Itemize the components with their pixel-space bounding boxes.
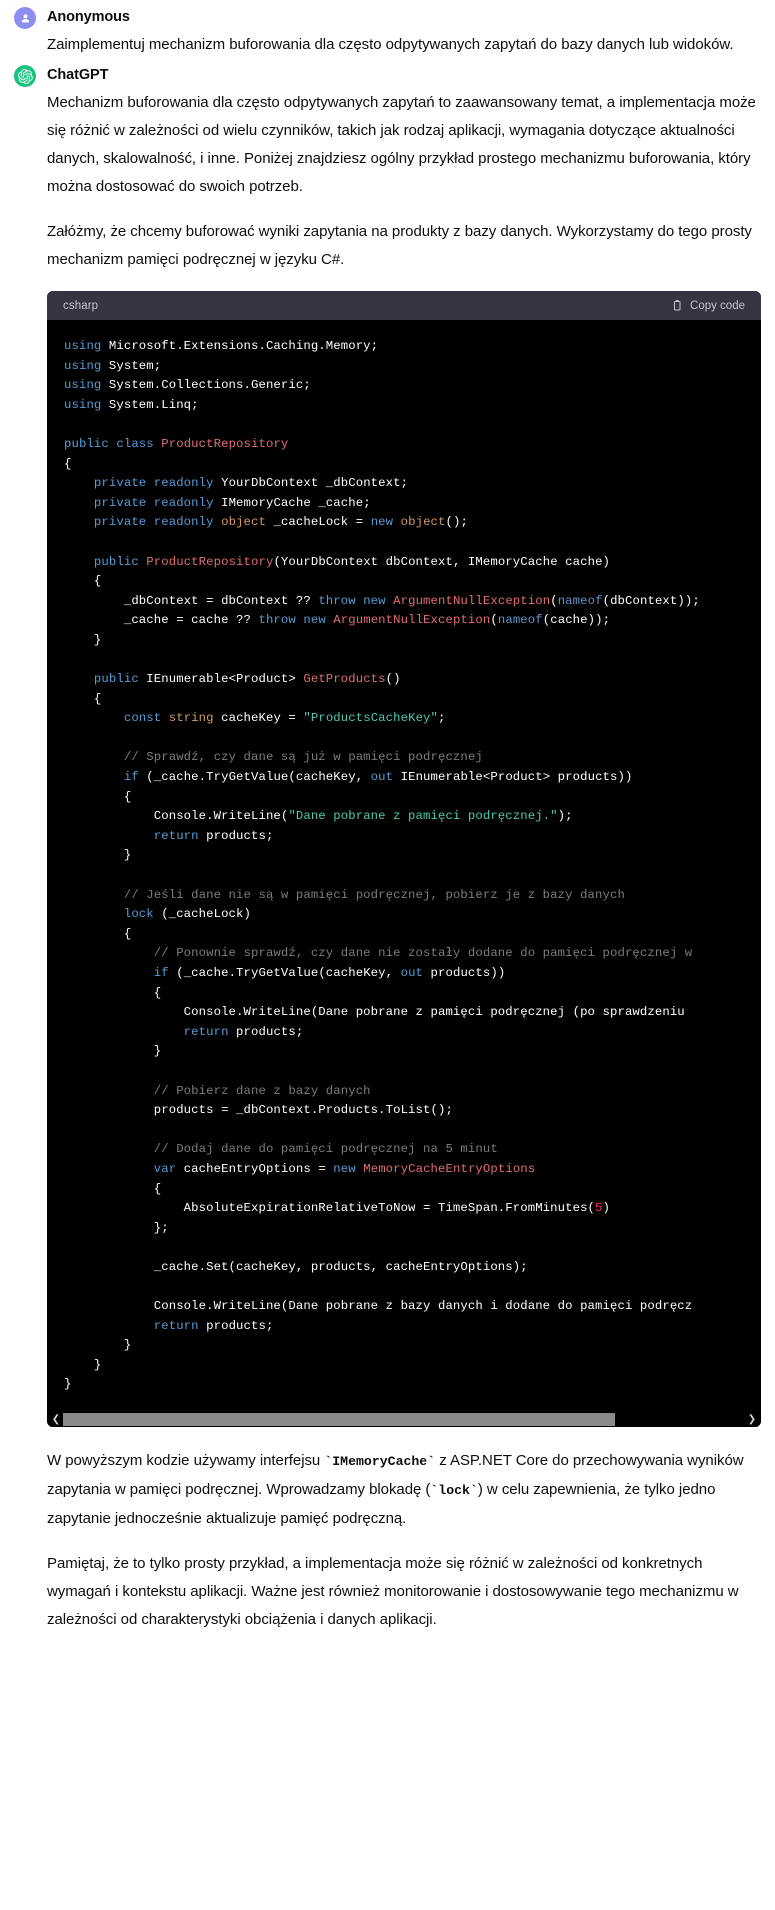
code-horizontal-scrollbar[interactable]: ❮ ❯ [47,1412,761,1428]
assistant-message: ChatGPT Mechanizm buforowania dla często… [0,59,775,1634]
clipboard-icon [674,300,681,311]
scrollbar-thumb[interactable] [63,1413,616,1427]
user-message: Anonymous Zaimplementuj mechanizm buforo… [0,0,775,59]
user-author-name: Anonymous [47,9,130,25]
scroll-right-arrow-icon[interactable]: ❯ [745,1412,759,1428]
user-person-icon [21,13,29,22]
assistant-closing-paragraph-1: W powyższym kodzie używamy interfejsu `I… [47,1447,761,1533]
scrollbar-track[interactable] [63,1412,745,1428]
user-message-text: Zaimplementuj mechanizm buforowania dla … [47,36,734,53]
user-message-header: Anonymous [14,6,761,29]
inline-code-lock: `lock` [430,1483,478,1499]
code-content: using Microsoft.Extensions.Caching.Memor… [64,339,700,1392]
code-scroll-viewport: using Microsoft.Extensions.Caching.Memor… [47,320,761,1413]
code-block: csharp Copy code using Microsoft.Extensi… [47,291,761,1428]
user-avatar [14,7,36,29]
conversation-thread: Anonymous Zaimplementuj mechanizm buforo… [0,0,775,1634]
assistant-closing-paragraph-2: Pamiętaj, że to tylko prosty przykład, a… [47,1555,739,1629]
assistant-message-body: Mechanizm buforowania dla często odpytyw… [14,89,761,1634]
copy-code-label: Copy code [690,299,745,312]
user-message-body: Zaimplementuj mechanizm buforowania dla … [14,31,761,59]
openai-logo-icon [17,68,33,84]
scroll-left-arrow-icon[interactable]: ❮ [49,1412,63,1428]
inline-code-imemorycache: `IMemoryCache` [324,1454,436,1470]
code-language-label: csharp [63,299,99,312]
closing-text-part-a: W powyższym kodzie używamy interfejsu [47,1452,325,1470]
assistant-message-header: ChatGPT [14,64,761,87]
code-block-header: csharp Copy code [47,291,761,320]
assistant-closing-text: W powyższym kodzie używamy interfejsu `I… [47,1445,761,1634]
assistant-avatar [14,65,36,87]
assistant-paragraph-2: Załóżmy, że chcemy buforować wyniki zapy… [47,223,752,268]
assistant-author-name: ChatGPT [47,67,109,83]
copy-code-button[interactable]: Copy code [671,299,745,312]
assistant-paragraph-1: Mechanizm buforowania dla często odpytyw… [47,94,756,195]
